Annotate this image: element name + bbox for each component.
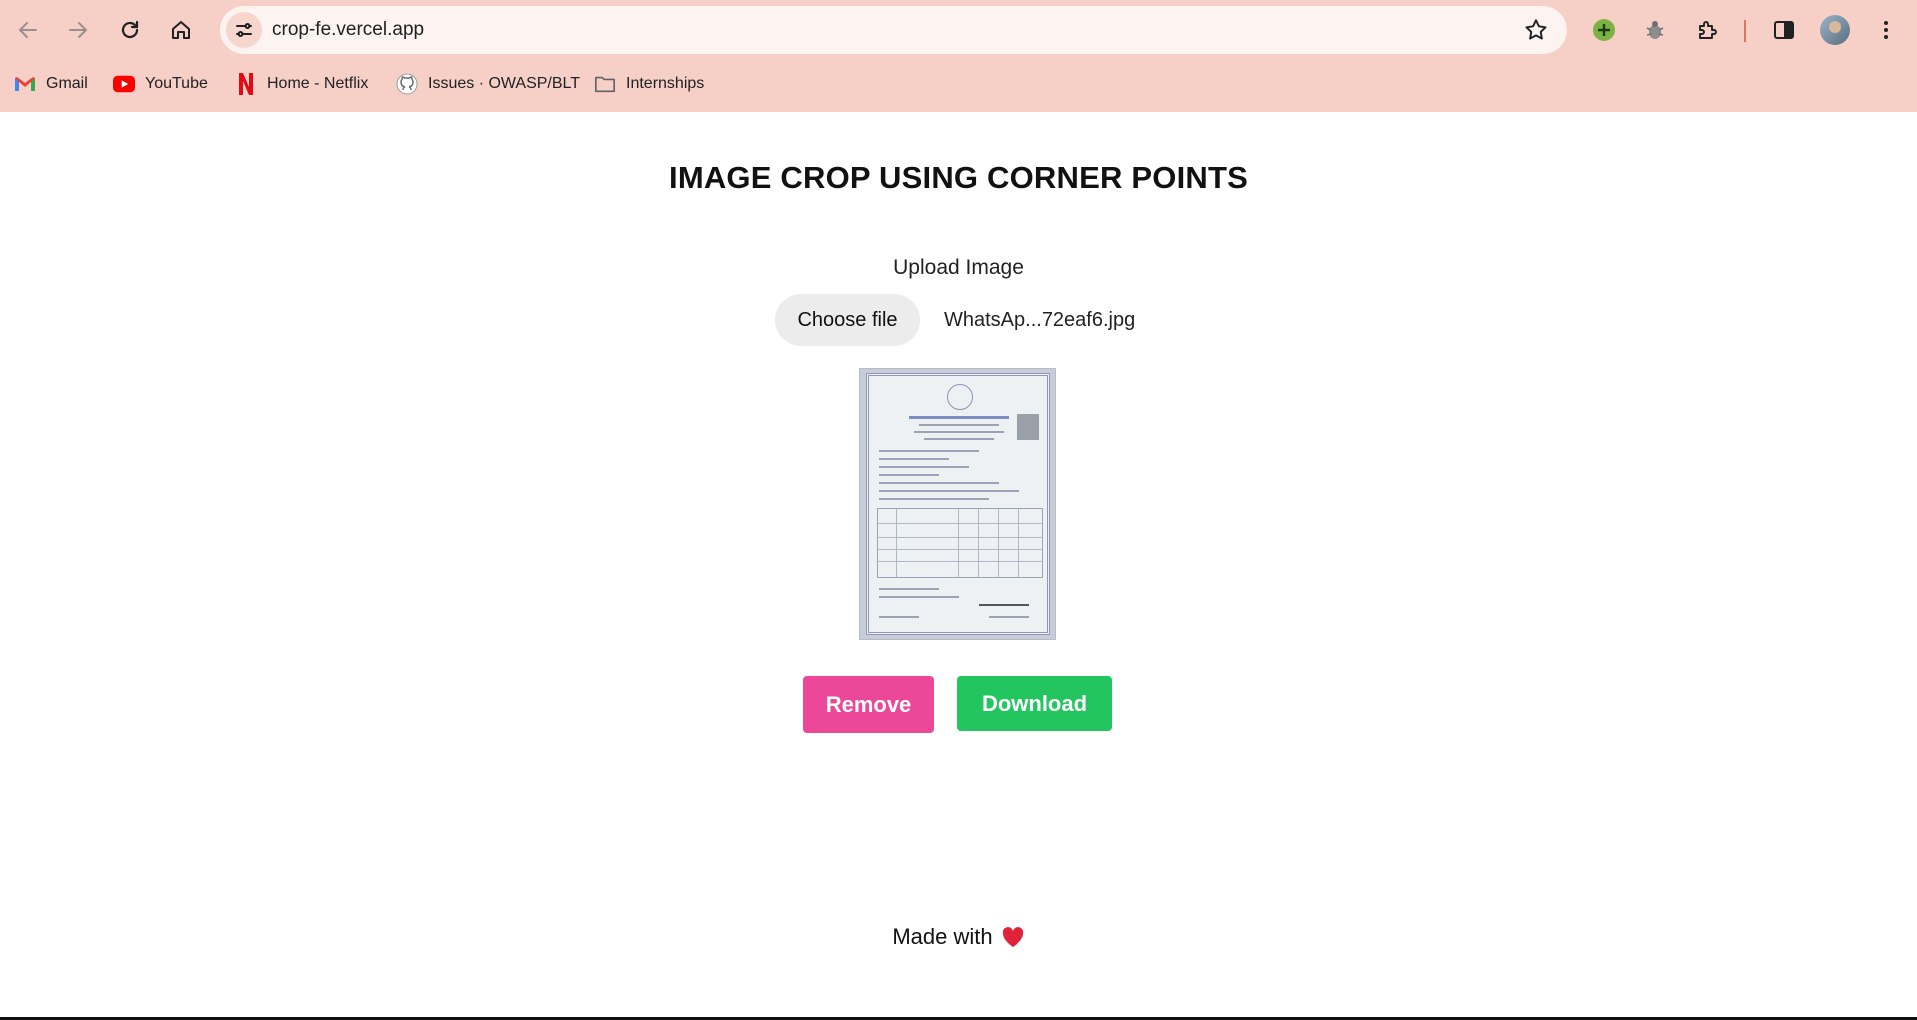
bookmark-label: Gmail xyxy=(46,75,88,92)
profile-avatar[interactable] xyxy=(1820,15,1850,45)
bookmark-label: Home - Netflix xyxy=(267,75,369,92)
reload-icon xyxy=(121,20,139,39)
star-icon[interactable] xyxy=(1523,17,1549,43)
reload-button[interactable] xyxy=(112,12,148,48)
gmail-icon xyxy=(14,73,36,95)
bug-icon xyxy=(1646,21,1664,39)
arrow-left-icon xyxy=(18,22,37,38)
home-icon xyxy=(172,21,190,39)
folder-icon xyxy=(594,73,616,95)
heart-icon xyxy=(1002,927,1023,947)
extension-add-button[interactable] xyxy=(1586,12,1622,48)
bookmark-label: Issues · OWASP/BLT xyxy=(428,75,581,92)
extensions-button[interactable] xyxy=(1689,12,1725,48)
plus-circle-icon xyxy=(1593,19,1615,41)
url-text[interactable]: crop-fe.vercel.app xyxy=(272,19,424,41)
page-content: IMAGE CROP USING CORNER POINTS Upload Im… xyxy=(0,112,1917,1020)
bookmark-label: Internships xyxy=(626,75,705,92)
choose-file-button[interactable]: Choose file xyxy=(775,294,920,346)
bookmark-netflix[interactable]: Home - Netflix xyxy=(235,72,368,96)
toolbar-divider xyxy=(1744,20,1746,42)
download-button[interactable]: Download xyxy=(957,676,1112,731)
side-panel-icon xyxy=(1774,21,1794,39)
page-title: IMAGE CROP USING CORNER POINTS xyxy=(669,160,1248,195)
more-vert-icon xyxy=(1884,21,1888,39)
github-icon xyxy=(396,73,418,95)
address-bar[interactable]: crop-fe.vercel.app xyxy=(220,6,1567,54)
marks-table-graphic xyxy=(877,508,1043,578)
student-photo xyxy=(1017,414,1039,440)
arrow-right-icon xyxy=(69,22,88,38)
file-input[interactable]: Choose file WhatsAp...72eaf6.jpg xyxy=(775,294,1135,346)
bookmark-label: YouTube xyxy=(145,75,208,92)
netflix-icon xyxy=(235,73,257,95)
remove-button[interactable]: Remove xyxy=(803,676,934,733)
side-panel-button[interactable] xyxy=(1766,12,1802,48)
tune-icon xyxy=(236,23,252,37)
bookmark-youtube[interactable]: YouTube xyxy=(113,72,208,96)
image-preview[interactable] xyxy=(859,368,1056,640)
emblem-graphic xyxy=(947,384,973,410)
bookmark-folder-internships[interactable]: Internships xyxy=(594,72,704,96)
puzzle-icon xyxy=(1699,21,1717,39)
forward-button[interactable] xyxy=(60,12,96,48)
footer: Made with xyxy=(0,924,1917,950)
upload-label: Upload Image xyxy=(893,256,1024,279)
home-button[interactable] xyxy=(163,12,199,48)
site-info-button[interactable] xyxy=(226,12,262,48)
bookmark-gmail[interactable]: Gmail xyxy=(14,72,88,96)
bookmark-owasp-blt[interactable]: Issues · OWASP/BLT xyxy=(396,72,580,96)
menu-button[interactable] xyxy=(1868,12,1904,48)
bookmarks-bar: Gmail YouTube Home - Netflix Issues · OW… xyxy=(0,64,1917,102)
selected-file-name: WhatsAp...72eaf6.jpg xyxy=(944,308,1136,331)
footer-text: Made with xyxy=(892,924,993,949)
browser-toolbar: crop-fe.vercel.app Gmail YouTube Home - … xyxy=(0,0,1917,112)
document-thumbnail xyxy=(866,373,1050,635)
extension-bug-button[interactable] xyxy=(1637,12,1673,48)
youtube-icon xyxy=(113,73,135,95)
back-button[interactable] xyxy=(10,12,46,48)
